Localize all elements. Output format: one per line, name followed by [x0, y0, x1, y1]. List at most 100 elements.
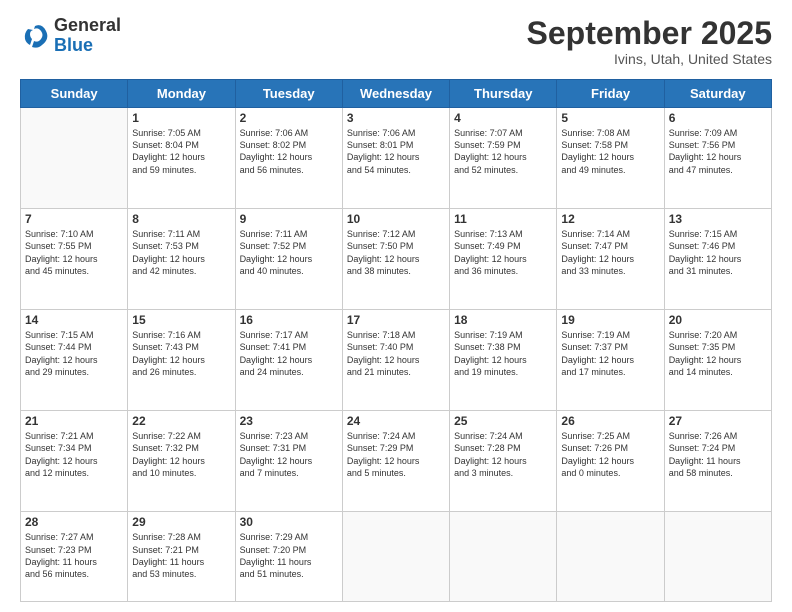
table-row: 30 Sunrise: 7:29 AM Sunset: 7:20 PM Dayli…	[235, 512, 342, 602]
day-number: 19	[561, 313, 659, 327]
cell-info: Sunrise: 7:11 AM Sunset: 7:52 PM Dayligh…	[240, 228, 338, 277]
logo-text: General Blue	[54, 16, 121, 56]
calendar-week-row: 21 Sunrise: 7:21 AM Sunset: 7:34 PM Dayli…	[21, 411, 772, 512]
cell-info: Sunrise: 7:14 AM Sunset: 7:47 PM Dayligh…	[561, 228, 659, 277]
table-row: 6 Sunrise: 7:09 AM Sunset: 7:56 PM Daylig…	[664, 108, 771, 209]
day-number: 25	[454, 414, 552, 428]
table-row: 26 Sunrise: 7:25 AM Sunset: 7:26 PM Dayli…	[557, 411, 664, 512]
cell-info: Sunrise: 7:10 AM Sunset: 7:55 PM Dayligh…	[25, 228, 123, 277]
table-row	[557, 512, 664, 602]
header: General Blue September 2025 Ivins, Utah,…	[20, 16, 772, 67]
cell-info: Sunrise: 7:12 AM Sunset: 7:50 PM Dayligh…	[347, 228, 445, 277]
cell-info: Sunrise: 7:18 AM Sunset: 7:40 PM Dayligh…	[347, 329, 445, 378]
logo-general-text: General	[54, 16, 121, 36]
header-tuesday: Tuesday	[235, 80, 342, 108]
day-number: 22	[132, 414, 230, 428]
cell-info: Sunrise: 7:26 AM Sunset: 7:24 PM Dayligh…	[669, 430, 767, 479]
calendar-header-row: Sunday Monday Tuesday Wednesday Thursday…	[21, 80, 772, 108]
table-row: 8Sunrise: 7:11 AM Sunset: 7:53 PM Daylig…	[128, 209, 235, 310]
header-thursday: Thursday	[450, 80, 557, 108]
table-row	[664, 512, 771, 602]
cell-info: Sunrise: 7:29 AM Sunset: 7:20 PM Dayligh…	[240, 531, 338, 580]
table-row	[450, 512, 557, 602]
cell-info: Sunrise: 7:17 AM Sunset: 7:41 PM Dayligh…	[240, 329, 338, 378]
header-sunday: Sunday	[21, 80, 128, 108]
day-number: 5	[561, 111, 659, 125]
day-number: 26	[561, 414, 659, 428]
cell-info: Sunrise: 7:06 AM Sunset: 8:01 PM Dayligh…	[347, 127, 445, 176]
day-number: 10	[347, 212, 445, 226]
day-number: 6	[669, 111, 767, 125]
table-row: 29 Sunrise: 7:28 AM Sunset: 7:21 PM Dayli…	[128, 512, 235, 602]
day-number: 4	[454, 111, 552, 125]
cell-info: Sunrise: 7:09 AM Sunset: 7:56 PM Dayligh…	[669, 127, 767, 176]
header-wednesday: Wednesday	[342, 80, 449, 108]
table-row	[342, 512, 449, 602]
table-row: 7 Sunrise: 7:10 AM Sunset: 7:55 PM Daylig…	[21, 209, 128, 310]
cell-info: Sunrise: 7:19 AM Sunset: 7:37 PM Dayligh…	[561, 329, 659, 378]
cell-info: Sunrise: 7:20 AM Sunset: 7:35 PM Dayligh…	[669, 329, 767, 378]
table-row: 18 Sunrise: 7:19 AM Sunset: 7:38 PM Dayli…	[450, 310, 557, 411]
day-number: 13	[669, 212, 767, 226]
page: General Blue September 2025 Ivins, Utah,…	[0, 0, 792, 612]
cell-info: Sunrise: 7:21 AM Sunset: 7:34 PM Dayligh…	[25, 430, 123, 479]
cell-info: Sunrise: 7:08 AM Sunset: 7:58 PM Dayligh…	[561, 127, 659, 176]
table-row: 10 Sunrise: 7:12 AM Sunset: 7:50 PM Dayli…	[342, 209, 449, 310]
calendar-week-row: 7 Sunrise: 7:10 AM Sunset: 7:55 PM Daylig…	[21, 209, 772, 310]
day-number: 1	[132, 111, 230, 125]
table-row: 23Sunrise: 7:23 AM Sunset: 7:31 PM Dayli…	[235, 411, 342, 512]
cell-info: Sunrise: 7:05 AM Sunset: 8:04 PM Dayligh…	[132, 127, 230, 176]
table-row: 27 Sunrise: 7:26 AM Sunset: 7:24 PM Dayli…	[664, 411, 771, 512]
table-row: 25 Sunrise: 7:24 AM Sunset: 7:28 PM Dayli…	[450, 411, 557, 512]
day-number: 17	[347, 313, 445, 327]
day-number: 9	[240, 212, 338, 226]
table-row: 3 Sunrise: 7:06 AM Sunset: 8:01 PM Daylig…	[342, 108, 449, 209]
table-row: 14Sunrise: 7:15 AM Sunset: 7:44 PM Dayli…	[21, 310, 128, 411]
table-row: 1 Sunrise: 7:05 AM Sunset: 8:04 PM Daylig…	[128, 108, 235, 209]
table-row: 15Sunrise: 7:16 AM Sunset: 7:43 PM Dayli…	[128, 310, 235, 411]
table-row: 5 Sunrise: 7:08 AM Sunset: 7:58 PM Daylig…	[557, 108, 664, 209]
day-number: 23	[240, 414, 338, 428]
cell-info: Sunrise: 7:22 AM Sunset: 7:32 PM Dayligh…	[132, 430, 230, 479]
table-row: 21 Sunrise: 7:21 AM Sunset: 7:34 PM Dayli…	[21, 411, 128, 512]
cell-info: Sunrise: 7:19 AM Sunset: 7:38 PM Dayligh…	[454, 329, 552, 378]
logo-icon	[20, 21, 50, 51]
day-number: 21	[25, 414, 123, 428]
day-number: 28	[25, 515, 123, 529]
day-number: 27	[669, 414, 767, 428]
title-block: September 2025 Ivins, Utah, United State…	[527, 16, 772, 67]
table-row: 11Sunrise: 7:13 AM Sunset: 7:49 PM Dayli…	[450, 209, 557, 310]
cell-info: Sunrise: 7:28 AM Sunset: 7:21 PM Dayligh…	[132, 531, 230, 580]
day-number: 2	[240, 111, 338, 125]
cell-info: Sunrise: 7:06 AM Sunset: 8:02 PM Dayligh…	[240, 127, 338, 176]
day-number: 16	[240, 313, 338, 327]
table-row: 24 Sunrise: 7:24 AM Sunset: 7:29 PM Dayli…	[342, 411, 449, 512]
day-number: 7	[25, 212, 123, 226]
cell-info: Sunrise: 7:15 AM Sunset: 7:46 PM Dayligh…	[669, 228, 767, 277]
cell-info: Sunrise: 7:13 AM Sunset: 7:49 PM Dayligh…	[454, 228, 552, 277]
calendar-week-row: 1 Sunrise: 7:05 AM Sunset: 8:04 PM Daylig…	[21, 108, 772, 209]
table-row: 20Sunrise: 7:20 AM Sunset: 7:35 PM Dayli…	[664, 310, 771, 411]
day-number: 18	[454, 313, 552, 327]
cell-info: Sunrise: 7:24 AM Sunset: 7:29 PM Dayligh…	[347, 430, 445, 479]
table-row: 4 Sunrise: 7:07 AM Sunset: 7:59 PM Daylig…	[450, 108, 557, 209]
table-row	[21, 108, 128, 209]
cell-info: Sunrise: 7:15 AM Sunset: 7:44 PM Dayligh…	[25, 329, 123, 378]
day-number: 24	[347, 414, 445, 428]
day-number: 8	[132, 212, 230, 226]
location: Ivins, Utah, United States	[527, 51, 772, 67]
day-number: 29	[132, 515, 230, 529]
table-row: 12Sunrise: 7:14 AM Sunset: 7:47 PM Dayli…	[557, 209, 664, 310]
table-row: 16 Sunrise: 7:17 AM Sunset: 7:41 PM Dayli…	[235, 310, 342, 411]
logo-blue-text: Blue	[54, 36, 121, 56]
cell-info: Sunrise: 7:25 AM Sunset: 7:26 PM Dayligh…	[561, 430, 659, 479]
cell-info: Sunrise: 7:07 AM Sunset: 7:59 PM Dayligh…	[454, 127, 552, 176]
table-row: 28Sunrise: 7:27 AM Sunset: 7:23 PM Dayli…	[21, 512, 128, 602]
day-number: 30	[240, 515, 338, 529]
day-number: 3	[347, 111, 445, 125]
cell-info: Sunrise: 7:24 AM Sunset: 7:28 PM Dayligh…	[454, 430, 552, 479]
calendar-week-row: 28Sunrise: 7:27 AM Sunset: 7:23 PM Dayli…	[21, 512, 772, 602]
month-title: September 2025	[527, 16, 772, 51]
table-row: 19 Sunrise: 7:19 AM Sunset: 7:37 PM Dayli…	[557, 310, 664, 411]
table-row: 22 Sunrise: 7:22 AM Sunset: 7:32 PM Dayli…	[128, 411, 235, 512]
